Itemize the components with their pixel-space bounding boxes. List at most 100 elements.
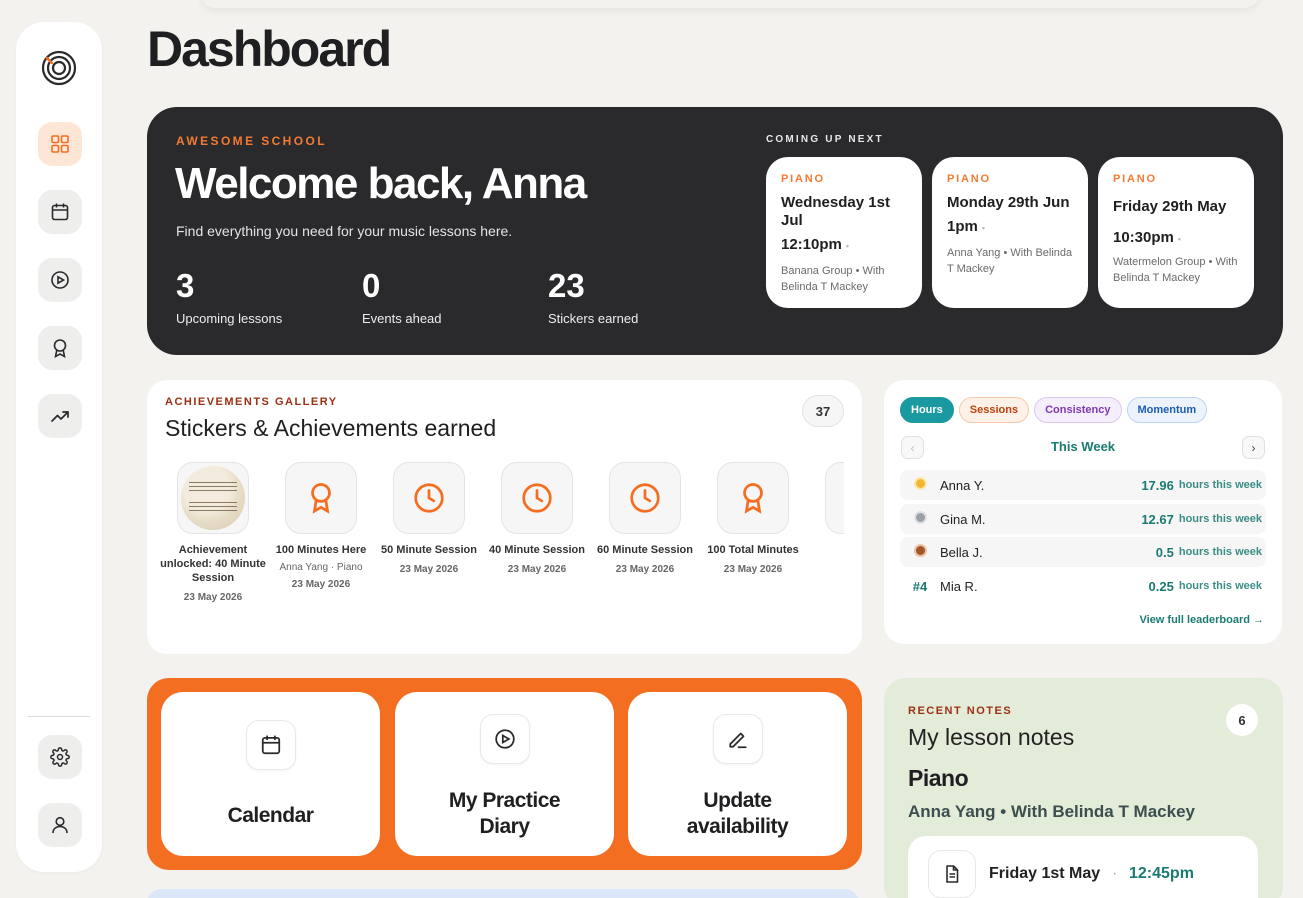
achievement-tile bbox=[501, 462, 573, 534]
next-card-peek bbox=[147, 889, 859, 898]
achievement-date: 23 bbox=[807, 564, 844, 575]
upcoming-lesson-card[interactable]: PIANO Friday 29th May 10:30pm • Watermelo… bbox=[1098, 157, 1254, 308]
clock-icon bbox=[522, 483, 552, 513]
achievement-name: 100 Total Minutes bbox=[707, 544, 799, 556]
notes-title: My lesson notes bbox=[908, 724, 1075, 750]
achievements-kicker: ACHIEVEMENTS GALLERY bbox=[165, 396, 338, 408]
welcome-subtitle: Find everything you need for your music … bbox=[176, 223, 513, 239]
leaderboard-name: Mia R. bbox=[940, 578, 978, 594]
achievement-date: 23 May 2026 bbox=[615, 564, 675, 575]
lesson-instrument: PIANO bbox=[1113, 173, 1157, 185]
lesson-date: Wednesday 1st Jul bbox=[781, 194, 890, 229]
achievement-name: 50 Minute Session bbox=[381, 544, 477, 556]
achievement-item[interactable]: Achievement unlocked: 40 Minute Session … bbox=[159, 462, 267, 603]
sidebar-item-calendar[interactable] bbox=[38, 190, 82, 234]
achievement-date: 23 May 2026 bbox=[291, 579, 351, 590]
grid-icon bbox=[51, 135, 69, 153]
notes-kicker: RECENT NOTES bbox=[908, 705, 1013, 717]
achievement-item[interactable]: 50 Minute Session 23 May 2026 bbox=[375, 462, 483, 575]
lesson-time: 1pm • bbox=[947, 218, 985, 235]
note-time: 12:45pm bbox=[1129, 865, 1194, 882]
user-icon bbox=[52, 816, 68, 834]
stat-label: Upcoming lessons bbox=[176, 311, 283, 326]
sheet-music-image bbox=[181, 466, 245, 530]
leaderboard-value: 0.5 bbox=[1155, 544, 1174, 560]
sidebar-item-progress[interactable] bbox=[38, 394, 82, 438]
lesson-note-item[interactable]: Friday 1st May · 12:45pm bbox=[908, 836, 1258, 898]
quick-action-label: My Practice Diary bbox=[448, 789, 561, 838]
upcoming-lesson-card[interactable]: PIANO Wednesday 1st Jul 12:10pm • Banana … bbox=[766, 157, 922, 308]
upcoming-lesson-card[interactable]: PIANO Monday 29th Jun 1pm • Anna Yang • W… bbox=[932, 157, 1088, 308]
lesson-instrument: PIANO bbox=[781, 173, 825, 185]
note-date: Friday 1st May bbox=[989, 865, 1101, 882]
silver-medal-icon bbox=[900, 511, 940, 527]
gold-medal-icon bbox=[900, 477, 940, 493]
leaderboard-value: 0.25 bbox=[1148, 578, 1174, 594]
tab-momentum[interactable]: Momentum bbox=[1126, 397, 1208, 423]
stat-label: Events ahead bbox=[362, 311, 442, 326]
leaderboard-unit: hours this week bbox=[1178, 479, 1262, 491]
play-circle-icon bbox=[479, 714, 530, 764]
play-circle-icon bbox=[51, 271, 69, 289]
practice-diary-button[interactable]: My Practice Diary bbox=[395, 692, 614, 856]
achievement-name: 60 Minute Session bbox=[597, 544, 693, 556]
achievement-date: 23 May 2026 bbox=[723, 564, 783, 575]
leaderboard-unit: hours this week bbox=[1178, 580, 1262, 592]
leaderboard-row[interactable]: Gina M. 12.67 hours this week bbox=[900, 504, 1266, 534]
tab-sessions[interactable]: Sessions bbox=[958, 397, 1030, 423]
achievements-scroller[interactable]: Achievement unlocked: 40 Minute Session … bbox=[159, 462, 844, 642]
calendar-button[interactable]: Calendar bbox=[161, 692, 380, 856]
achievement-date: 23 May 2026 bbox=[399, 564, 459, 575]
achievement-item[interactable]: 40 Minute Session 23 May 2026 bbox=[483, 462, 591, 575]
lesson-instrument: PIANO bbox=[947, 173, 991, 185]
achievement-item[interactable]: 60 Minute Session 23 May 2026 bbox=[591, 462, 699, 575]
leaderboard-unit: hours this week bbox=[1178, 513, 1262, 525]
quick-action-label: Update availability bbox=[686, 789, 789, 838]
welcome-banner: AWESOME SCHOOL Welcome back, Anna Find e… bbox=[147, 107, 1283, 355]
update-availability-button[interactable]: Update availability bbox=[628, 692, 847, 856]
leaderboard-name: Bella J. bbox=[940, 544, 983, 560]
sidebar-divider bbox=[28, 716, 90, 717]
gear-icon bbox=[50, 747, 70, 767]
top-bar bbox=[200, 0, 1260, 8]
stat-events-ahead: 0 Events ahead bbox=[362, 267, 442, 326]
lesson-participants: Banana Group • With Belinda T Mackey bbox=[781, 265, 885, 293]
stat-value: 3 bbox=[176, 267, 195, 304]
sidebar-item-settings[interactable] bbox=[38, 735, 82, 779]
stat-value: 23 bbox=[548, 267, 585, 304]
stat-label: Stickers earned bbox=[548, 311, 639, 326]
leaderboard-row[interactable]: #4 Mia R. 0.25 hours this week bbox=[900, 571, 1266, 601]
achievement-item[interactable]: 100 Total Minutes 23 May 2026 bbox=[699, 462, 807, 575]
lesson-participants: Anna Yang • With Belinda T Mackey bbox=[947, 247, 1073, 275]
chevron-left-icon[interactable]: ‹ bbox=[901, 436, 924, 459]
lesson-time: 10:30pm • bbox=[1113, 229, 1182, 246]
stat-stickers-earned: 23 Stickers earned bbox=[548, 267, 638, 326]
stat-value: 0 bbox=[362, 267, 381, 304]
tab-hours[interactable]: Hours bbox=[900, 397, 954, 423]
logo-icon[interactable] bbox=[41, 50, 77, 86]
sidebar-item-dashboard[interactable] bbox=[38, 122, 82, 166]
award-icon bbox=[311, 483, 331, 514]
leaderboard-row[interactable]: Bella J. 0.5 hours this week bbox=[900, 537, 1266, 567]
achievement-name: 40 Minute Session bbox=[489, 544, 585, 556]
leaderboard-row[interactable]: Anna Y. 17.96 hours this week bbox=[900, 470, 1266, 500]
sidebar bbox=[16, 22, 102, 872]
achievement-name: 100 Minutes Here bbox=[275, 544, 367, 556]
notes-count-badge: 6 bbox=[1226, 704, 1258, 736]
achievement-item[interactable]: 100 Minutes Here Anna Yang · Piano 23 Ma… bbox=[267, 462, 375, 590]
sidebar-item-practice[interactable] bbox=[38, 258, 82, 302]
sidebar-item-achievements[interactable] bbox=[38, 326, 82, 370]
achievement-tile bbox=[825, 462, 844, 534]
view-full-leaderboard-link[interactable]: View full leaderboard → bbox=[1140, 614, 1265, 626]
calendar-icon bbox=[245, 720, 296, 770]
tab-consistency[interactable]: Consistency bbox=[1034, 397, 1122, 423]
achievements-title: Stickers & Achievements earned bbox=[165, 415, 497, 441]
welcome-heading: Welcome back, Anna bbox=[175, 159, 587, 208]
chevron-right-icon[interactable]: › bbox=[1242, 436, 1265, 459]
lesson-date: Monday 29th Jun bbox=[947, 194, 1070, 211]
sidebar-item-profile[interactable] bbox=[38, 803, 82, 847]
bronze-medal-icon bbox=[900, 544, 940, 560]
achievement-tile bbox=[393, 462, 465, 534]
achievement-name: Achievement unlocked: 40 Minute Session bbox=[160, 544, 266, 584]
achievement-item[interactable]: 100 23 bbox=[807, 462, 844, 575]
